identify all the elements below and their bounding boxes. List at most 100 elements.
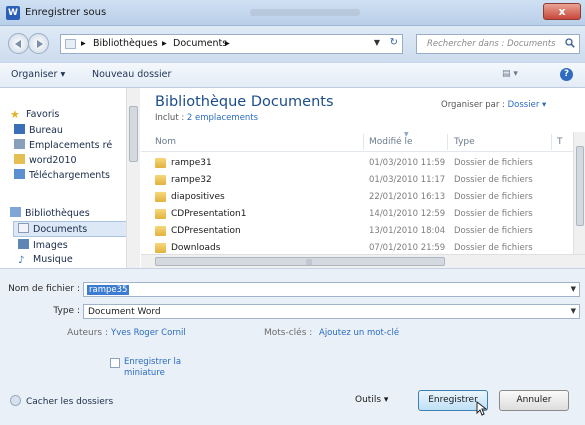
type-select[interactable]: Document Word ▼ xyxy=(83,304,580,319)
cancel-button[interactable]: Annuler xyxy=(499,390,569,411)
file-date: 14/01/2010 12:59 xyxy=(369,209,446,219)
arrange-by-label: Organiser par : xyxy=(441,100,505,110)
file-row[interactable]: diapositives 22/01/2010 16:13 Dossier de… xyxy=(141,189,573,206)
library-includes: Inclut : 2 emplacements xyxy=(155,113,258,123)
breadcrumb-separator[interactable]: ▸ xyxy=(225,38,230,49)
file-type: Dossier de fichiers xyxy=(454,209,533,219)
horizontal-scrollbar[interactable]: ||| xyxy=(141,254,585,268)
vertical-scrollbar-thumb[interactable] xyxy=(576,146,584,226)
column-divider[interactable] xyxy=(363,134,364,150)
file-name: Downloads xyxy=(171,243,221,253)
folder-icon xyxy=(155,175,166,185)
nav-item-recent-places[interactable]: Emplacements ré xyxy=(14,139,134,151)
nav-item-music[interactable]: ♪ Musique xyxy=(18,254,138,266)
file-type: Dossier de fichiers xyxy=(454,243,533,253)
column-modified[interactable]: Modifié le xyxy=(369,137,413,147)
chevron-down-icon[interactable]: ▼ xyxy=(571,307,576,315)
libraries-icon xyxy=(10,207,21,217)
address-bar[interactable]: ▸ Bibliothèques ▸ Documents ▸ ▼ ↻ xyxy=(60,34,403,54)
file-name: rampe32 xyxy=(171,175,212,185)
search-placeholder: Rechercher dans : Documents xyxy=(427,39,556,49)
tools-dropdown[interactable]: Outils ▾ xyxy=(355,395,388,405)
desktop-icon xyxy=(14,124,25,134)
dialog-footer: Cacher les dossiers Outils ▾ Enregistrer… xyxy=(0,379,585,425)
file-type: Dossier de fichiers xyxy=(454,175,533,185)
file-row[interactable]: CDPresentation1 14/01/2010 12:59 Dossier… xyxy=(141,206,573,223)
hide-folders-button[interactable]: Cacher les dossiers xyxy=(10,395,113,407)
arrange-by-dropdown[interactable]: Dossier ▾ xyxy=(508,100,547,110)
breadcrumb-separator[interactable]: ▸ xyxy=(162,38,167,49)
location-icon xyxy=(65,39,76,49)
library-title: Bibliothèque Documents xyxy=(155,94,334,110)
breadcrumb-separator[interactable]: ▸ xyxy=(81,38,86,49)
authors-label: Auteurs : xyxy=(67,328,108,338)
column-type[interactable]: Type xyxy=(454,137,475,147)
nav-scrollbar-thumb[interactable] xyxy=(129,106,138,162)
navigation-pane: ★ Favoris Bureau Emplacements ré word2010… xyxy=(0,88,140,268)
recent-places-icon xyxy=(14,139,25,149)
nav-item-downloads[interactable]: Téléchargements xyxy=(14,169,134,181)
help-icon[interactable]: ? xyxy=(560,68,573,81)
horizontal-scrollbar-thumb[interactable]: ||| xyxy=(155,257,445,266)
nav-scrollbar[interactable] xyxy=(126,88,140,268)
nav-item-libraries[interactable]: Bibliothèques xyxy=(10,207,130,219)
column-extra[interactable]: T xyxy=(557,137,563,147)
downloads-icon xyxy=(14,169,25,179)
file-row[interactable]: CDPresentation 13/01/2010 18:04 Dossier … xyxy=(141,223,573,240)
new-folder-button[interactable]: Nouveau dossier xyxy=(92,69,171,80)
save-thumbnail-checkbox[interactable] xyxy=(110,358,120,368)
breadcrumb-libraries[interactable]: Bibliothèques xyxy=(93,38,158,49)
breadcrumb-documents[interactable]: Documents xyxy=(173,38,227,49)
file-name: diapositives xyxy=(171,192,225,202)
includes-link[interactable]: 2 emplacements xyxy=(187,113,258,123)
type-label: Type : xyxy=(53,306,80,316)
save-thumbnail-label[interactable]: Enregistrer la miniature xyxy=(124,357,181,379)
forward-button[interactable] xyxy=(28,33,49,54)
file-list-pane: Bibliothèque Documents Inclut : 2 emplac… xyxy=(141,88,585,268)
column-name[interactable]: Nom xyxy=(155,137,176,147)
search-input[interactable]: Rechercher dans : Documents xyxy=(416,34,580,54)
arrange-by: Organiser par : Dossier ▾ xyxy=(441,100,546,110)
nav-item-word2010[interactable]: word2010 xyxy=(14,154,134,166)
close-button[interactable]: x xyxy=(543,3,581,20)
images-icon xyxy=(18,239,29,249)
organize-button[interactable]: Organiser ▾ xyxy=(11,69,65,80)
chevron-down-icon[interactable]: ▼ xyxy=(571,285,576,293)
folder-icon xyxy=(155,209,166,219)
column-divider[interactable] xyxy=(551,134,552,150)
address-dropdown-icon[interactable]: ▼ xyxy=(374,38,380,47)
views-icon[interactable]: ▤ ▾ xyxy=(502,69,518,79)
search-icon[interactable] xyxy=(565,38,575,48)
save-form: Nom de fichier : rampe35 ▼ Type : Docume… xyxy=(0,268,585,379)
file-name: rampe31 xyxy=(171,158,212,168)
folder-icon xyxy=(155,226,166,236)
file-name: CDPresentation xyxy=(171,226,241,236)
word-app-icon: W xyxy=(6,6,20,20)
filename-input[interactable]: rampe35 ▼ xyxy=(83,282,580,297)
music-icon: ♪ xyxy=(18,255,25,266)
file-row[interactable]: rampe31 01/03/2010 11:59 Dossier de fich… xyxy=(141,155,573,172)
file-type: Dossier de fichiers xyxy=(454,158,533,168)
vertical-scrollbar[interactable] xyxy=(573,132,585,254)
type-value: Document Word xyxy=(88,307,161,317)
file-row[interactable]: rampe32 01/03/2010 11:17 Dossier de fich… xyxy=(141,172,573,189)
file-row[interactable]: Downloads 07/01/2010 21:59 Dossier de fi… xyxy=(141,240,573,254)
authors-value[interactable]: Yves Roger Cornil xyxy=(111,328,186,338)
nav-item-desktop[interactable]: Bureau xyxy=(14,124,134,136)
file-date: 01/03/2010 11:17 xyxy=(369,175,446,185)
filename-value: rampe35 xyxy=(87,285,130,295)
nav-item-favorites[interactable]: ★ Favoris xyxy=(10,109,130,121)
navigation-bar: ▸ Bibliothèques ▸ Documents ▸ ▼ ↻ Recher… xyxy=(0,26,585,62)
file-date: 22/01/2010 16:13 xyxy=(369,192,446,202)
nav-item-images[interactable]: Images xyxy=(18,239,138,251)
column-headers: Nom ▼ Modifié le Type T xyxy=(141,131,573,152)
documents-icon xyxy=(18,223,29,233)
keywords-input[interactable]: Ajoutez un mot-clé xyxy=(319,328,399,338)
refresh-icon[interactable]: ↻ xyxy=(390,37,398,48)
column-divider[interactable] xyxy=(447,134,448,150)
back-button[interactable] xyxy=(8,33,29,54)
file-type: Dossier de fichiers xyxy=(454,226,533,236)
window-title: Enregistrer sous xyxy=(25,7,107,18)
nav-item-documents[interactable]: Documents xyxy=(18,223,138,235)
file-date: 07/01/2010 21:59 xyxy=(369,243,446,253)
